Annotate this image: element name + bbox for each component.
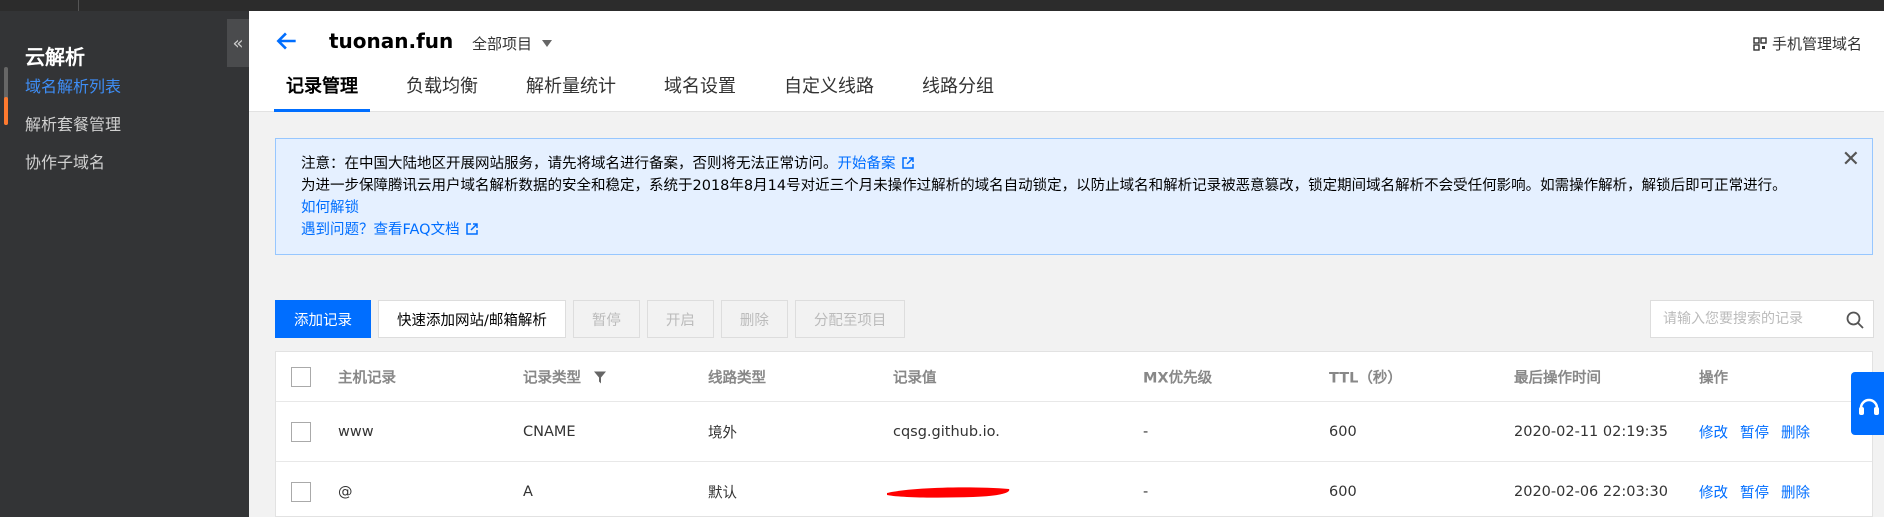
tab-records[interactable]: 记录管理 — [274, 69, 370, 112]
record-toolbar: 添加记录 快速添加网站/邮箱解析 暂停 开启 删除 分配至项目 — [275, 300, 906, 338]
notice-text-2: 为进一步保障腾讯云用户域名解析数据的安全和稳定，系统于2018年8月14号对近三… — [301, 178, 1787, 194]
col-type-wrap: 记录类型 — [523, 366, 607, 387]
top-bar — [0, 0, 1884, 11]
cell-ttl: 600 — [1329, 483, 1357, 500]
domain-title: tuonan.fun — [329, 29, 454, 53]
assign-project-button[interactable]: 分配至项目 — [794, 300, 906, 338]
col-type: 记录类型 — [523, 370, 581, 386]
cell-host: @ — [338, 483, 353, 500]
arrow-left-icon[interactable] — [274, 28, 300, 54]
page-header: tuonan.fun 全部项目 手机管理域名 记录管理 负载均衡 解析量统计 域… — [249, 11, 1884, 112]
pause-link[interactable]: 暂停 — [1740, 485, 1769, 501]
notice-text-1: 注意：在中国大陆地区开展网站服务，请先将域名进行备案，否则将无法正常访问。 — [301, 156, 838, 172]
external-link-icon[interactable] — [465, 223, 478, 235]
tab-line-groups[interactable]: 线路分组 — [910, 69, 1006, 112]
cell-ttl: 600 — [1329, 423, 1357, 440]
delete-link[interactable]: 删除 — [1781, 485, 1810, 501]
cell-line: 默认 — [708, 485, 737, 501]
sidebar-item-dns-list[interactable]: 域名解析列表 — [25, 73, 121, 97]
search-icon[interactable] — [1845, 310, 1865, 330]
pause-link[interactable]: 暂停 — [1740, 425, 1769, 441]
tab-load-balance[interactable]: 负载均衡 — [394, 69, 490, 112]
table-row: @ A 默认 - 600 2020-02-06 22:03:30 修改 暂停 删除 — [276, 462, 1872, 517]
start-filing-link[interactable]: 开始备案 — [838, 156, 896, 172]
row-checkbox[interactable] — [291, 481, 311, 502]
project-select[interactable]: 全部项目 — [472, 33, 553, 54]
col-line: 线路类型 — [708, 370, 766, 386]
cell-time: 2020-02-06 22:03:30 — [1514, 483, 1668, 500]
notice-line-1: 注意：在中国大陆地区开展网站服务，请先将域名进行备案，否则将无法正常访问。开始备… — [301, 153, 1847, 175]
cell-line: 境外 — [708, 425, 737, 441]
tab-stats[interactable]: 解析量统计 — [514, 69, 628, 112]
delete-button[interactable]: 删除 — [720, 300, 788, 338]
col-value: 记录值 — [893, 370, 937, 386]
mobile-manage-link[interactable]: 手机管理域名 — [1753, 33, 1862, 54]
qr-code-icon — [1753, 36, 1767, 51]
cell-host: www — [338, 423, 374, 440]
sidebar-title: 云解析 — [25, 45, 85, 69]
tab-bar: 记录管理 负载均衡 解析量统计 域名设置 自定义线路 线路分组 — [274, 69, 1030, 112]
sidebar-item-subdomains[interactable]: 协作子域名 — [25, 149, 105, 173]
select-all-checkbox[interactable] — [291, 366, 311, 387]
caret-down-icon — [542, 40, 553, 47]
double-chevron-left-icon: « — [232, 32, 244, 54]
unlock-help-link[interactable]: 如何解锁 — [301, 200, 359, 216]
tab-domain-settings[interactable]: 域名设置 — [652, 69, 748, 112]
sidebar-collapse-button[interactable]: « — [227, 19, 249, 67]
cell-value: cqsg.github.io. — [893, 423, 1000, 440]
col-time: 最后操作时间 — [1514, 370, 1601, 386]
add-record-button[interactable]: 添加记录 — [275, 300, 371, 338]
tab-custom-lines[interactable]: 自定义线路 — [772, 69, 886, 112]
col-ttl: TTL（秒） — [1329, 370, 1402, 386]
cell-time: 2020-02-11 02:19:35 — [1514, 423, 1668, 440]
headset-icon — [1859, 398, 1879, 415]
row-checkbox[interactable] — [291, 421, 311, 442]
records-table: 主机记录 记录类型 线路类型 记录值 MX优先级 TTL（秒） 最后操作时间 操… — [275, 351, 1873, 517]
search-input[interactable] — [1651, 301, 1831, 337]
edit-link[interactable]: 修改 — [1699, 425, 1728, 441]
cell-ops: 修改 暂停 删除 — [1699, 481, 1822, 502]
table-header-row: 主机记录 记录类型 线路类型 记录值 MX优先级 TTL（秒） 最后操作时间 操… — [276, 352, 1872, 402]
col-host: 主机记录 — [338, 370, 396, 386]
sidebar-active-marker — [4, 97, 8, 125]
col-ops: 操作 — [1699, 370, 1728, 386]
cell-type: CNAME — [523, 423, 576, 440]
cell-type: A — [523, 483, 533, 500]
cell-ops: 修改 暂停 删除 — [1699, 421, 1822, 442]
sidebar-item-packages[interactable]: 解析套餐管理 — [25, 111, 121, 135]
enable-button[interactable]: 开启 — [646, 300, 714, 338]
pause-button[interactable]: 暂停 — [572, 300, 640, 338]
project-select-value: 全部项目 — [472, 35, 533, 53]
support-float-button[interactable] — [1851, 372, 1884, 435]
table-row: www CNAME 境外 cqsg.github.io. - 600 2020-… — [276, 402, 1872, 462]
delete-link[interactable]: 删除 — [1781, 425, 1810, 441]
cell-mx: - — [1143, 423, 1149, 440]
notice-banner: 注意：在中国大陆地区开展网站服务，请先将域名进行备案，否则将无法正常访问。开始备… — [275, 138, 1873, 255]
redaction-mark — [887, 487, 1010, 498]
search-box — [1650, 300, 1874, 338]
notice-line-3: 如何解锁 — [301, 197, 1847, 219]
close-icon[interactable]: ✕ — [1842, 149, 1860, 171]
faq-link[interactable]: 查看FAQ文档 — [374, 222, 460, 238]
quick-add-button[interactable]: 快速添加网站/邮箱解析 — [378, 300, 566, 338]
faq-prefix[interactable]: 遇到问题？ — [301, 222, 374, 238]
mobile-manage-label: 手机管理域名 — [1771, 35, 1862, 53]
filter-icon[interactable] — [594, 371, 607, 383]
external-link-icon[interactable] — [901, 157, 914, 169]
cell-mx: - — [1143, 483, 1149, 500]
notice-line-4: 遇到问题？查看FAQ文档 — [301, 219, 1847, 241]
edit-link[interactable]: 修改 — [1699, 485, 1728, 501]
sidebar: 云解析 域名解析列表 解析套餐管理 协作子域名 « — [0, 11, 249, 517]
col-mx: MX优先级 — [1143, 370, 1213, 386]
top-bar-divider — [78, 0, 79, 11]
